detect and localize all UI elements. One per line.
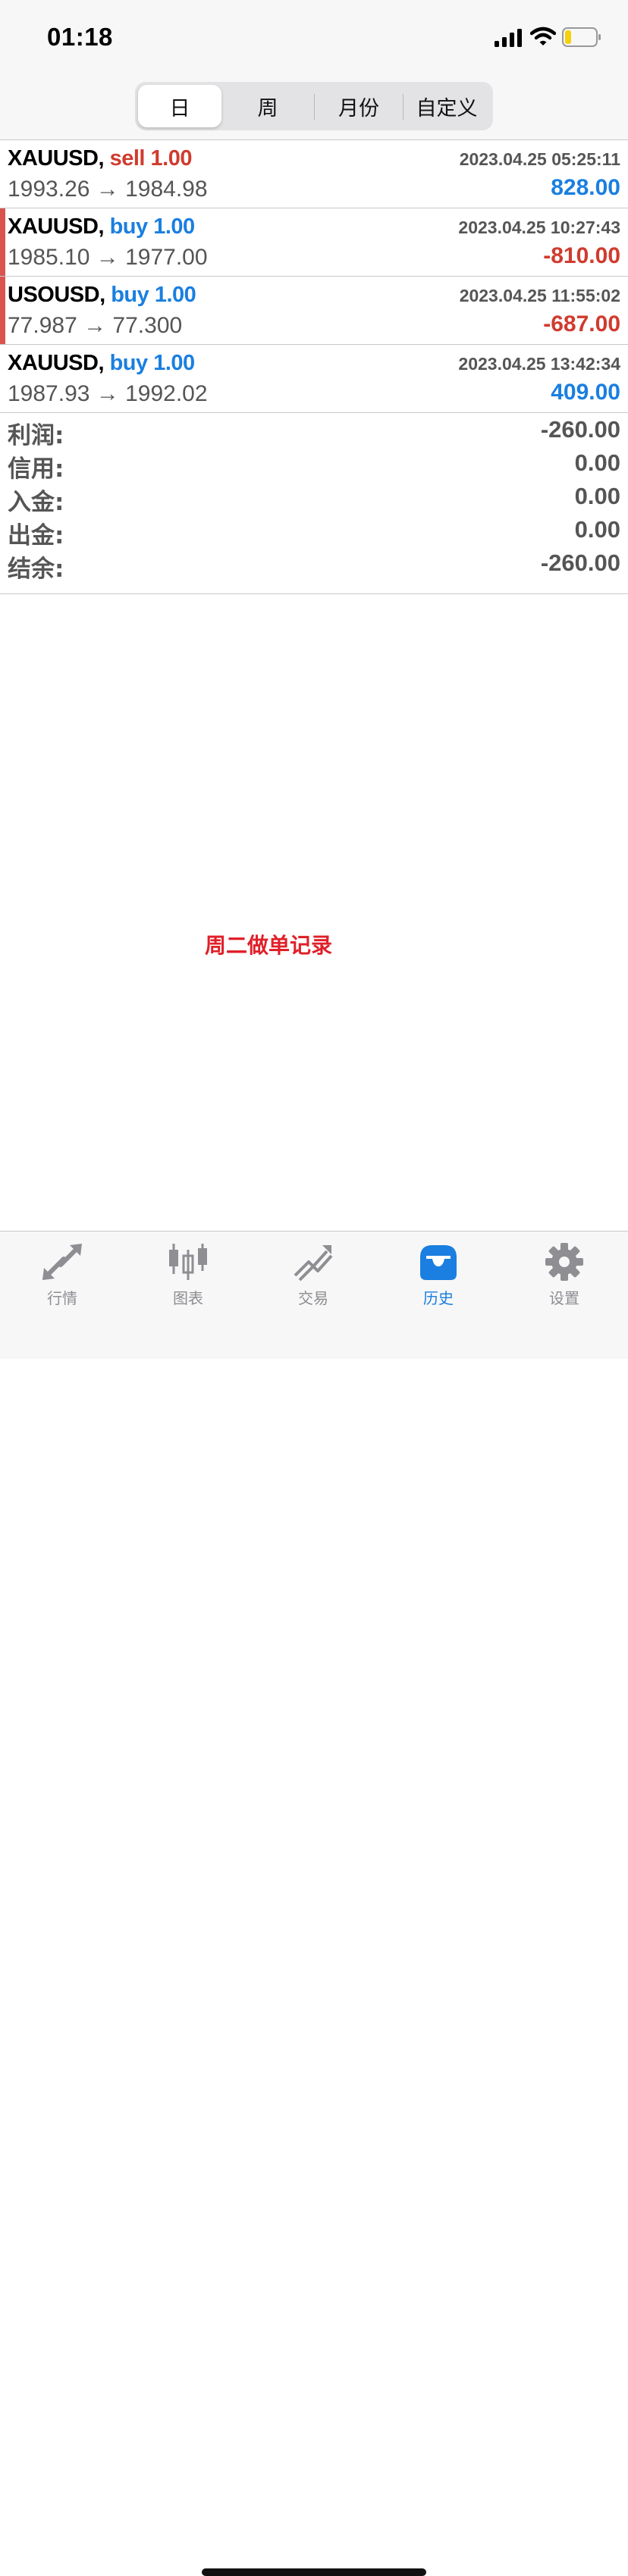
summary-label: 结余: [8,556,64,583]
deal-row[interactable]: XAUUSD, buy 1.00 2023.04.25 10:27:43 198… [0,208,628,277]
deal-title: XAUUSD, buy 1.00 [8,351,195,376]
period-filter-bar: 日 周 月份 自定义 [0,73,628,140]
deal-side-volume: buy 1.00 [111,283,196,307]
tab-charts[interactable]: 图表 [143,1242,234,1318]
summary-value: -260.00 [540,549,620,576]
history-inbox-icon [420,1245,457,1280]
status-bar: 01:18 [0,0,628,73]
segment-week[interactable]: 周 [226,85,309,127]
period-segmented-control: 日 周 月份 自定义 [135,82,493,130]
deal-title: XAUUSD, buy 1.00 [8,214,195,239]
summary-row-balance: 结余: -260.00 [0,545,628,583]
deal-row[interactable]: XAUUSD, buy 1.00 2023.04.25 13:42:34 198… [0,345,628,413]
cellular-signal-icon [495,29,522,47]
deal-prices: 1985.10 → 1977.00 [8,245,208,270]
deals-list: XAUUSD, sell 1.00 2023.04.25 05:25:11 19… [0,140,628,413]
summary-value: 0.00 [574,483,620,509]
deal-profit: -687.00 [543,311,620,336]
deal-side-volume: buy 1.00 [109,351,196,375]
deal-prices: 1993.26 → 1984.98 [8,177,208,202]
wifi-icon [530,27,556,45]
deal-row[interactable]: XAUUSD, sell 1.00 2023.04.25 05:25:11 19… [0,140,628,208]
deal-time: 2023.04.25 13:42:34 [458,354,620,374]
deal-symbol: XAUUSD, [8,214,105,239]
quotes-arrows-icon [42,1244,82,1280]
deal-title: USOUSD, buy 1.00 [8,283,196,308]
gear-icon [545,1243,583,1281]
tab-label: 图表 [173,1289,203,1307]
deal-time: 2023.04.25 05:25:11 [459,149,620,169]
deal-symbol: XAUUSD, [8,351,105,375]
deal-title: XAUUSD, sell 1.00 [8,146,192,171]
tab-history[interactable]: 历史 [393,1242,484,1318]
summary-value: -260.00 [540,416,620,443]
candlestick-chart-icon [169,1244,207,1280]
deal-side-volume: buy 1.00 [109,214,196,239]
summary-value: 0.00 [574,516,620,543]
tab-label: 行情 [47,1289,77,1307]
deal-profit: 409.00 [551,380,620,405]
deal-symbol: USOUSD, [8,283,105,307]
deal-time: 2023.04.25 10:27:43 [458,218,620,237]
segment-divider [314,94,315,120]
annotation-text: 周二做单记录 [205,933,333,958]
summary-row-credit: 信用: 0.00 [0,445,628,483]
summary-value: 0.00 [574,449,620,476]
deal-profit: -810.00 [543,243,620,268]
deal-symbol: XAUUSD, [8,146,105,171]
deal-prices: 1987.93 → 1992.02 [8,381,208,406]
home-indicator [202,2568,426,2576]
tab-settings[interactable]: 设置 [519,1242,610,1318]
deal-prices: 77.987 → 77.300 [8,313,183,338]
tab-quotes[interactable]: 行情 [17,1242,108,1318]
status-time: 01:18 [47,23,113,51]
tab-label: 交易 [298,1289,328,1307]
battery-icon [562,27,601,47]
tab-label: 设置 [549,1289,579,1307]
segment-custom[interactable]: 自定义 [405,85,488,127]
summary-row-profit: 利润: -260.00 [0,412,628,449]
tab-bar: 行情 图表 交易 历史 设置 [0,1231,628,2576]
deal-time: 2023.04.25 11:55:02 [459,286,620,305]
summary-row-withdrawal: 出金: 0.00 [0,512,628,549]
deal-profit: 828.00 [551,175,620,200]
segment-day[interactable]: 日 [138,85,221,127]
trade-trend-icon [294,1245,333,1282]
tab-label: 历史 [423,1289,454,1307]
summary-row-deposit: 入金: 0.00 [0,478,628,516]
tab-trade[interactable]: 交易 [268,1242,359,1318]
segment-month[interactable]: 月份 [317,85,400,127]
account-summary: 利润: -260.00 信用: 0.00 入金: 0.00 出金: 0.00 结… [0,412,628,594]
deal-row[interactable]: USOUSD, buy 1.00 2023.04.25 11:55:02 77.… [0,277,628,345]
deal-side-volume: sell 1.00 [109,146,193,171]
